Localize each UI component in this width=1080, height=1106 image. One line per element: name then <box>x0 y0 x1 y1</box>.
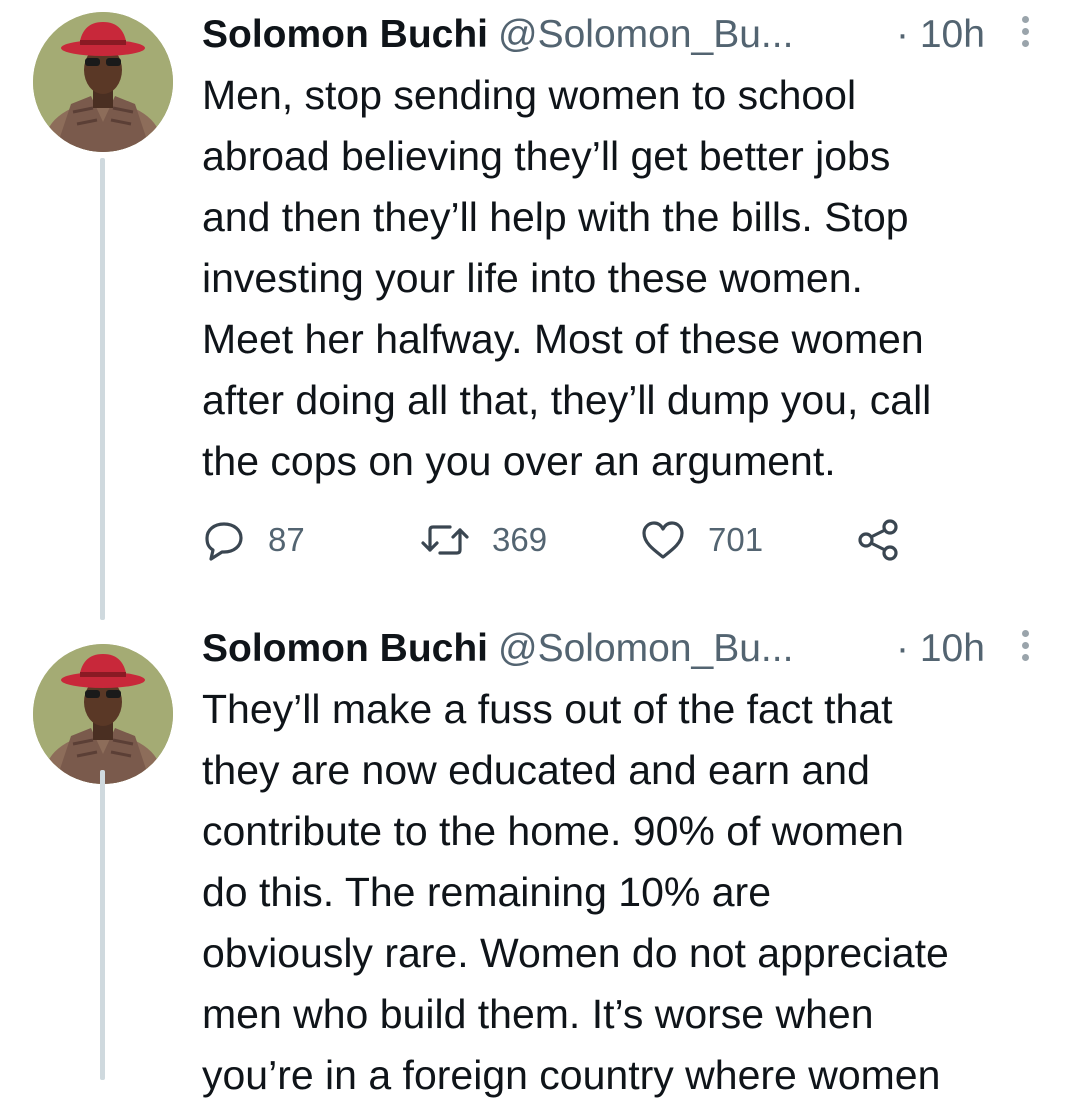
timestamp[interactable]: · 10h <box>896 10 985 60</box>
share-nodes-icon <box>858 519 898 561</box>
avatar-image <box>33 644 173 784</box>
tweet[interactable]: Solomon Buchi @Solomon_Bu... · 10h They’l… <box>0 620 1080 1098</box>
avatar[interactable] <box>33 12 173 152</box>
avatar-image <box>33 12 173 152</box>
author-handle[interactable]: @Solomon_Bu... <box>498 627 793 670</box>
retweet-count: 369 <box>492 521 548 558</box>
tweet[interactable]: Solomon Buchi @Solomon_Bu... · 10h Men, s… <box>0 0 1080 620</box>
reply-button[interactable]: 87 <box>202 515 305 565</box>
tweet-text: They’ll make a fuss out of the fact that… <box>202 686 949 1098</box>
heart-icon <box>642 521 684 559</box>
tweet-header: Solomon Buchi @Solomon_Bu... · 10h <box>202 624 1040 674</box>
vertical-dots-icon[interactable] <box>1018 630 1032 666</box>
thread-line <box>100 770 105 1080</box>
share-button[interactable] <box>857 515 901 565</box>
thread-line <box>100 158 105 620</box>
author-handle[interactable]: @Solomon_Bu... <box>498 13 793 56</box>
tweet-header: Solomon Buchi @Solomon_Bu... · 10h <box>202 10 1040 60</box>
vertical-dots-icon[interactable] <box>1018 16 1032 52</box>
like-button[interactable]: 701 <box>640 515 763 565</box>
retweet-arrows-icon <box>421 525 469 555</box>
timestamp[interactable]: · 10h <box>896 624 985 674</box>
speech-bubble-icon <box>205 522 243 561</box>
tweet-text: Men, stop sending women to school abroad… <box>202 72 932 484</box>
tweet-actions: 87 369 701 <box>202 515 922 565</box>
like-count: 701 <box>708 521 764 558</box>
avatar[interactable] <box>33 644 173 784</box>
retweet-button[interactable]: 369 <box>420 515 547 565</box>
reply-count: 87 <box>268 521 305 558</box>
author-name[interactable]: Solomon Buchi <box>202 13 488 56</box>
author-name[interactable]: Solomon Buchi <box>202 627 488 670</box>
